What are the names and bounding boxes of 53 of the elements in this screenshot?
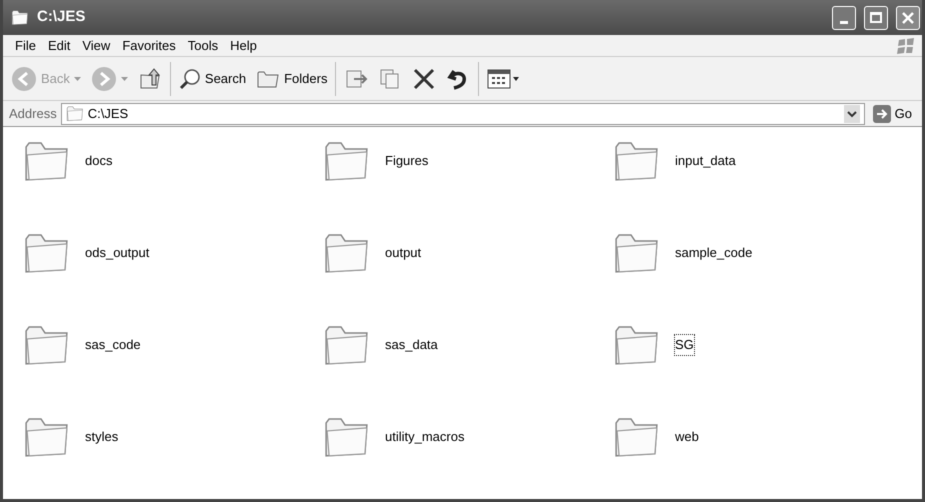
dropdown-icon [844,104,860,122]
folder-up-icon [138,66,162,90]
forward-icon [90,66,117,92]
folder-item[interactable]: Figures [323,131,613,191]
menu-item[interactable]: Edit [42,36,76,56]
folder-item[interactable]: sas_data [323,315,613,375]
folder-item[interactable]: web [613,407,922,467]
folder-item[interactable]: styles [23,407,323,467]
maximize-button[interactable] [864,6,888,30]
folder-name: SG [675,335,694,355]
folder-name: Figures [385,152,428,170]
folder-item[interactable]: ods_output [23,223,323,283]
folder-name: sample_code [675,244,752,262]
folder-item[interactable]: sas_code [23,315,323,375]
folder-icon [66,106,84,122]
menu-item[interactable]: View [76,36,116,56]
go-button[interactable]: Go [868,104,916,124]
folders-button[interactable]: Folders [254,68,330,88]
dropdown-caret-icon [74,76,81,80]
folder-name: web [675,428,699,446]
folder-name: docs [85,152,112,170]
folder-item[interactable]: SG [613,315,922,375]
folder-name: sas_data [385,336,438,354]
folders-icon [256,68,280,88]
search-button[interactable]: Search [176,68,248,90]
views-icon [487,68,522,90]
folder-item[interactable]: input_data [613,131,922,191]
menu-item[interactable]: Help [224,36,263,56]
folder-icon [11,10,29,26]
delete-icon [412,66,436,90]
minimize-button[interactable] [832,6,856,30]
folder-item[interactable]: output [323,223,613,283]
back-icon [11,66,37,92]
address-field[interactable]: C:\JES [60,102,865,124]
menu-item[interactable]: Favorites [116,36,182,56]
close-button[interactable] [896,6,920,30]
window-title: C:\JES [37,7,86,28]
search-icon [178,68,201,90]
windows-logo-icon [896,36,916,54]
folder-name: ods_output [85,244,150,262]
folder-name: styles [85,428,118,446]
menu-item[interactable]: File [9,36,42,56]
folder-item[interactable]: docs [23,131,323,191]
address-label: Address [9,104,57,123]
folder-name: sas_code [85,336,141,354]
close-icon [901,10,915,24]
folder-name: output [385,244,422,262]
dropdown-caret-icon [120,76,128,80]
folder-name: input_data [675,152,736,170]
folder-name: utility_macros [385,428,464,446]
menu-item[interactable]: Tools [182,36,224,56]
folder-item[interactable]: utility_macros [323,407,613,467]
folder-item[interactable]: sample_code [613,223,922,283]
